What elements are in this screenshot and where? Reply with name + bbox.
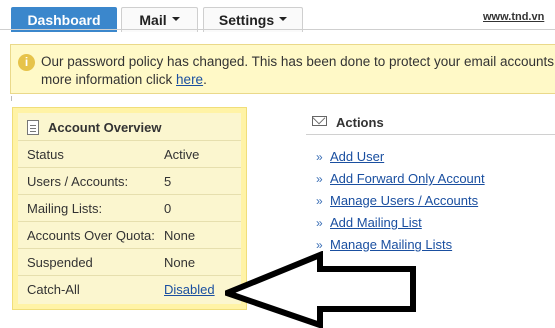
overview-label: Suspended: [27, 255, 93, 270]
tab-label-settings: Settings: [218, 12, 275, 28]
actions-header: Actions: [306, 110, 555, 135]
chevron-down-icon: [171, 17, 180, 21]
site-link[interactable]: www.tnd.vn: [483, 11, 544, 23]
tab-label-mail: Mail: [139, 12, 167, 28]
overview-label: Status: [27, 147, 64, 162]
notice-text: Our password policy has changed. This ha…: [41, 54, 555, 69]
overview-label: Mailing Lists:: [27, 201, 103, 216]
top-navigation: Dashboard Mail Settings www.tnd.vn: [0, 0, 555, 36]
password-policy-notice: i Our password policy has changed. This …: [10, 44, 555, 94]
section-divider: [11, 96, 23, 101]
overview-value: 0: [164, 201, 172, 216]
actions-section: Actions » Add User » Add Forward Only Acco…: [306, 110, 555, 260]
overview-value: Active: [164, 147, 200, 162]
tab-label-dashboard: Dashboard: [27, 12, 101, 28]
action-add-forward-only: » Add Forward Only Account: [316, 171, 485, 191]
overview-row-mailing-lists: Mailing Lists: 0: [18, 195, 241, 222]
bullet-icon: »: [316, 194, 323, 208]
nav-divider: [0, 29, 555, 30]
action-manage-users: » Manage Users / Accounts: [316, 193, 478, 213]
bullet-icon: »: [316, 216, 323, 230]
account-overview-body: Account Overview Status Active Users / A…: [18, 113, 241, 304]
chevron-down-icon: [279, 17, 288, 21]
action-add-mailing-list: » Add Mailing List: [316, 215, 422, 235]
account-overview-title: Account Overview: [48, 120, 162, 135]
notice-text-more: more information click here.: [41, 72, 207, 87]
overview-row-suspended: Suspended None: [18, 249, 241, 276]
bullet-icon: »: [316, 150, 323, 164]
envelope-icon: [312, 116, 327, 126]
notice-more-suffix: .: [203, 72, 207, 87]
account-overview-panel: Account Overview Status Active Users / A…: [12, 107, 247, 310]
overview-label: Catch-All: [27, 282, 80, 297]
overview-value: None: [164, 255, 196, 270]
annotation-arrow-icon: [225, 251, 416, 328]
manage-mailing-lists-link[interactable]: Manage Mailing Lists: [330, 237, 452, 252]
bullet-icon: »: [316, 238, 323, 252]
bullet-icon: »: [316, 172, 323, 186]
overview-row-catch-all: Catch-All Disabled: [18, 276, 241, 303]
overview-label: Users / Accounts:: [27, 174, 129, 189]
overview-label: Accounts Over Quota:: [27, 228, 155, 243]
catch-all-disabled-link[interactable]: Disabled: [164, 282, 215, 297]
account-overview-header: Account Overview: [18, 113, 241, 141]
notice-more-prefix: more information click: [41, 72, 177, 87]
overview-value: None: [164, 228, 196, 243]
overview-row-over-quota: Accounts Over Quota: None: [18, 222, 241, 249]
add-forward-only-account-link[interactable]: Add Forward Only Account: [330, 171, 485, 186]
add-user-link[interactable]: Add User: [330, 149, 384, 164]
add-mailing-list-link[interactable]: Add Mailing List: [330, 215, 422, 230]
notice-here-link[interactable]: here: [176, 72, 203, 87]
overview-row-status: Status Active: [18, 141, 241, 168]
document-icon: [27, 120, 39, 135]
overview-row-users: Users / Accounts: 5: [18, 168, 241, 195]
action-add-user: » Add User: [316, 149, 384, 169]
overview-value: 5: [164, 174, 172, 189]
info-icon: i: [18, 54, 35, 71]
manage-users-accounts-link[interactable]: Manage Users / Accounts: [330, 193, 478, 208]
actions-title: Actions: [336, 115, 384, 130]
